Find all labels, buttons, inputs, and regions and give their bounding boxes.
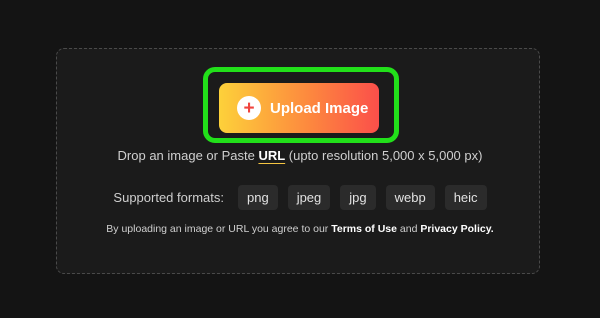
terms-notice: By uploading an image or URL you agree t… bbox=[0, 223, 600, 235]
format-chip-webp: webp bbox=[385, 185, 435, 210]
format-chip-jpeg: jpeg bbox=[287, 185, 331, 210]
supported-formats-row: Supported formats: png jpeg jpg webp hei… bbox=[0, 185, 600, 210]
plus-circle-icon: + bbox=[237, 96, 261, 120]
drop-instructions-suffix: (upto resolution 5,000 x 5,000 px) bbox=[285, 148, 483, 163]
terms-of-use-link[interactable]: Terms of Use bbox=[331, 223, 397, 235]
format-chip-png: png bbox=[237, 185, 278, 210]
format-chip-jpg: jpg bbox=[340, 185, 376, 210]
supported-formats-label: Supported formats: bbox=[113, 190, 224, 205]
paste-url-link[interactable]: URL bbox=[258, 148, 285, 163]
format-chip-heic: heic bbox=[444, 185, 487, 210]
privacy-policy-link[interactable]: Privacy Policy. bbox=[420, 223, 493, 235]
upload-image-button[interactable]: + Upload Image bbox=[219, 83, 379, 133]
terms-notice-prefix: By uploading an image or URL you agree t… bbox=[106, 223, 332, 235]
drop-instructions: Drop an image or Paste URL (upto resolut… bbox=[0, 148, 600, 163]
terms-notice-middle: and bbox=[396, 223, 421, 235]
upload-image-label: Upload Image bbox=[270, 99, 369, 117]
drop-instructions-prefix: Drop an image or Paste bbox=[117, 148, 259, 163]
